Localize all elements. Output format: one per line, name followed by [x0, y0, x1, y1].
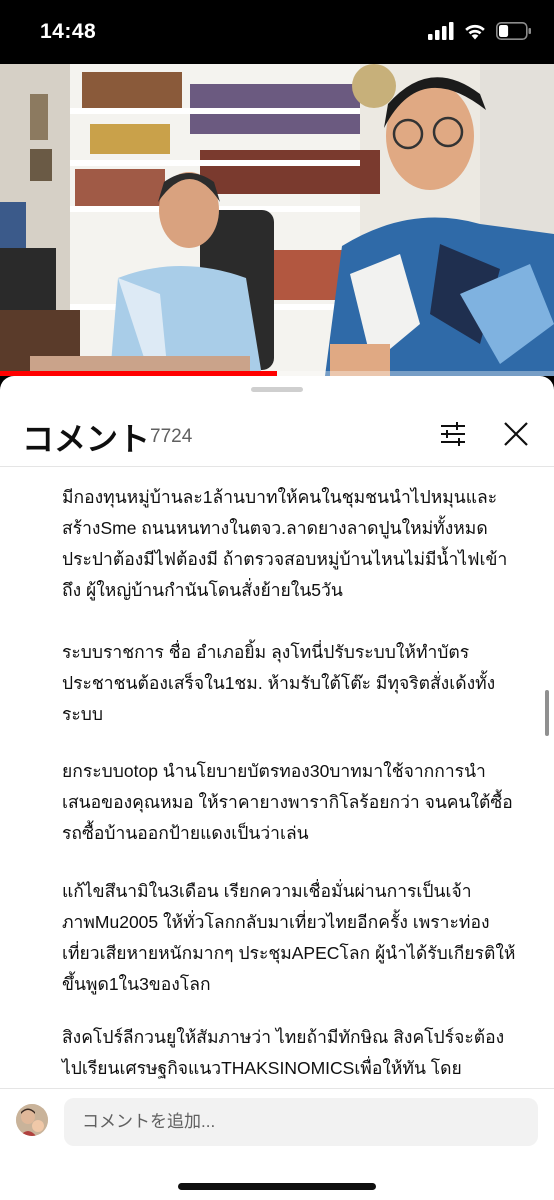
- sliders-icon: [441, 422, 465, 446]
- comment-body[interactable]: มีกองทุนหมู่บ้านละ1ล้านบาทให้คนในชุมชนนำ…: [0, 467, 554, 1087]
- add-comment-input[interactable]: コメントを追加...: [64, 1098, 538, 1146]
- comment-paragraph: สิงคโปร์ลีกวนยูให้สัมภาษว่า ไทยถ้ามีทักษ…: [62, 1027, 505, 1078]
- comments-count: 7724: [150, 426, 193, 447]
- input-divider: [0, 1088, 554, 1089]
- wifi-icon: [465, 24, 485, 40]
- status-bar: 14:48: [0, 0, 554, 64]
- scrollbar[interactable]: [545, 690, 549, 736]
- comment-paragraph: มีกองทุนหมู่บ้านละ1ล้านบาทให้คนในชุมชนนำ…: [62, 487, 508, 600]
- signal-icon: [428, 22, 454, 40]
- close-button[interactable]: [498, 416, 534, 452]
- battery-icon: [496, 22, 531, 40]
- status-icons: [428, 22, 532, 40]
- status-time: 14:48: [40, 20, 97, 43]
- comment-paragraph: แก้ไขสึนามิใน3เดือน เรียกความเชื่อมั่นผ่…: [62, 881, 516, 994]
- video-frame: [0, 64, 554, 376]
- comments-header: コメント 7724: [0, 402, 554, 466]
- drag-handle[interactable]: [251, 387, 303, 392]
- comment-paragraph: ระบบราชการ ชื่อ อำเภอยิ้ม ลุงโทนี่ปรับระ…: [62, 642, 496, 724]
- avatar: [16, 1104, 48, 1136]
- video-player[interactable]: [0, 64, 554, 376]
- close-icon: [504, 422, 528, 446]
- comments-sheet: コメント 7724 มีกองทุนหมู่บ้านละ1ล้านบาทให้ค…: [0, 376, 554, 1200]
- comments-title: コメント: [22, 421, 151, 457]
- comment-paragraph: ยกระบบotop นำนโยบายบัตรทอง30บาทมาใช้จากก…: [62, 761, 513, 843]
- user-avatar-icon: [16, 1104, 48, 1136]
- home-indicator[interactable]: [178, 1183, 376, 1190]
- sort-filter-button[interactable]: [435, 416, 471, 452]
